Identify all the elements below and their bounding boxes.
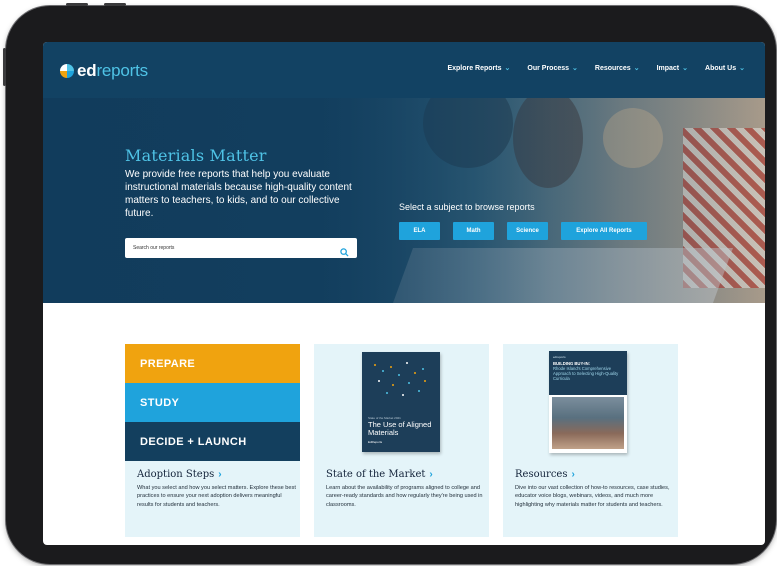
main-nav: Explore Reports ⌄ Our Process ⌄ Resources ⌄… [447,64,745,73]
feature-cards: PREPARE STUDY DECIDE + LAUNCH Adoption S… [125,344,678,537]
nav-about-us[interactable]: About Us ⌄ [705,64,745,73]
case-study-photo [552,397,624,449]
nav-our-process[interactable]: Our Process ⌄ [527,64,578,73]
logo[interactable]: edreports [59,61,148,81]
step-prepare: PREPARE [125,344,300,383]
nav-impact[interactable]: Impact ⌄ [657,64,689,73]
chevron-right-icon: › [218,469,222,480]
card-adoption-steps[interactable]: PREPARE STUDY DECIDE + LAUNCH Adoption S… [125,344,300,537]
ela-button[interactable]: ELA [399,222,440,240]
site-header: edreports Explore Reports ⌄ Our Process ⌄ … [43,42,765,98]
hero-description: We provide free reports that help you ev… [125,169,352,219]
step-study: STUDY [125,383,300,422]
power-button [3,48,6,86]
card-body: Dive into our vast collection of how-to … [515,485,670,508]
chevron-down-icon: ⌄ [682,65,689,72]
hero-banner: Materials Matter We provide free reports… [43,98,765,303]
case-study-title: Rhode Island's Comprehensive Approach to… [553,366,619,381]
search-icon[interactable] [340,244,349,257]
volume-down-button [104,3,126,6]
card-title: Adoption Steps [137,469,215,480]
screen: edreports Explore Reports ⌄ Our Process ⌄ … [43,42,765,545]
chevron-right-icon: › [571,469,575,480]
logo-text-ed: ed [77,61,97,80]
card-title: State of the Market [326,469,426,480]
chevron-down-icon: ⌄ [739,65,745,72]
subject-prompt: Select a subject to browse reports [399,202,535,212]
card-state-of-the-market[interactable]: State of the Market 2021 The Use of Alig… [314,344,489,537]
chevron-right-icon: › [429,469,433,480]
math-button[interactable]: Math [453,222,494,240]
chevron-down-icon: ⌄ [633,65,640,72]
adoption-steps-graphic: PREPARE STUDY DECIDE + LAUNCH [125,344,300,461]
explore-all-reports-button[interactable]: Explore All Reports [561,222,647,240]
case-study-cover-image: edreports BUILDING BUY-IN: Rhode Island'… [549,351,627,453]
volume-up-button [66,3,88,6]
card-body: What you select and how you select matte… [137,485,296,508]
card-title-link[interactable]: Adoption Steps › [137,469,222,480]
logo-text-reports: reports [96,61,148,80]
search-input[interactable]: Search our reports [133,245,340,251]
report-cover-brand: EdReports [368,440,383,444]
card-resources[interactable]: edreports BUILDING BUY-IN: Rhode Island'… [503,344,678,537]
report-cover-image: State of the Market 2021 The Use of Alig… [362,352,440,452]
logo-mark-icon [59,63,75,79]
card-title-link[interactable]: Resources › [515,469,575,480]
step-decide-launch: DECIDE + LAUNCH [125,422,300,461]
chevron-down-icon: ⌄ [504,65,511,72]
tablet-frame: edreports Explore Reports ⌄ Our Process ⌄ … [3,3,776,564]
case-study-brand: edreports [553,355,566,359]
science-button[interactable]: Science [507,222,548,240]
card-title: Resources [515,469,568,480]
subject-buttons: ELA Math Science Explore All Reports [399,222,647,240]
search-bar[interactable]: Search our reports [125,238,357,258]
report-cover-title: The Use of Aligned Materials [368,420,432,437]
nav-explore-reports[interactable]: Explore Reports ⌄ [447,64,511,73]
card-body: Learn about the availability of programs… [326,485,483,508]
card-title-link[interactable]: State of the Market › [326,469,433,480]
chevron-down-icon: ⌄ [572,65,578,72]
hero-title: Materials Matter [125,146,267,165]
nav-resources[interactable]: Resources ⌄ [595,64,640,73]
